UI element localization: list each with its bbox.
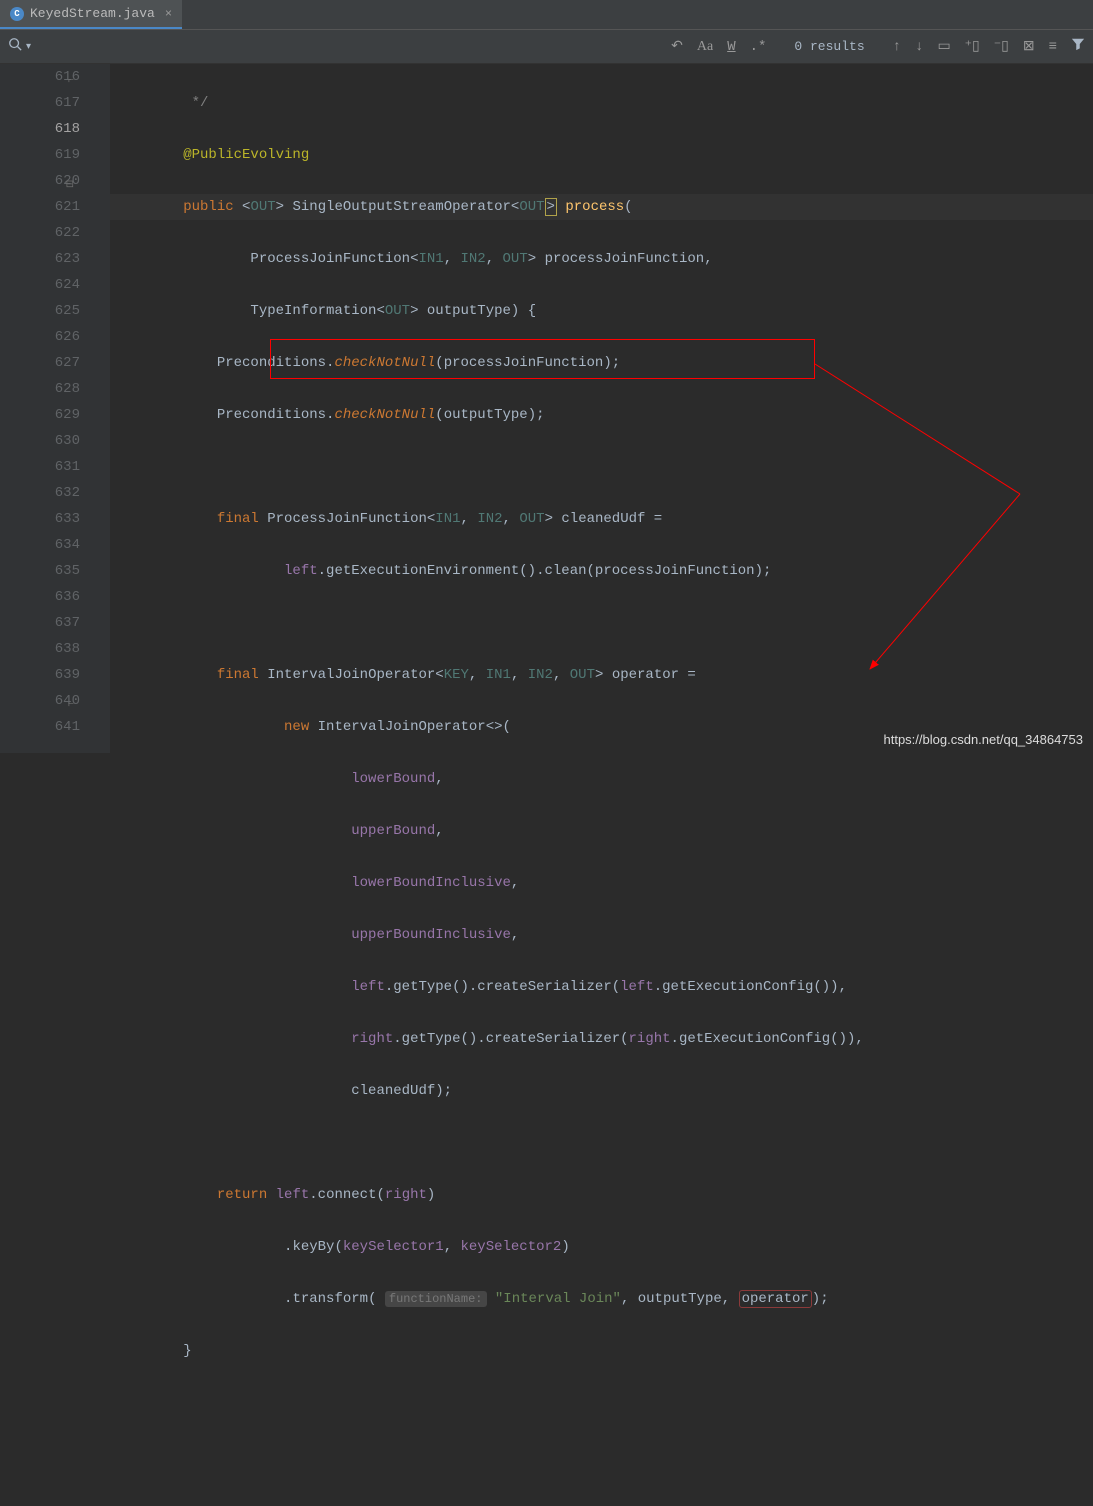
find-toolbar: ▾ ↶ Aa W .* 0 results ↑ ↓ ▭ ⁺▯ ⁻▯ ⊠ ≡	[0, 30, 1093, 64]
exclude-icon[interactable]: ⊠	[1023, 38, 1035, 55]
regex-button[interactable]: .*	[750, 39, 767, 55]
code-line: lowerBoundInclusive,	[110, 870, 1093, 896]
code-line: }	[110, 1338, 1093, 1364]
code-line: Preconditions.checkNotNull(outputType);	[110, 402, 1093, 428]
code-line: TypeInformation<OUT> outputType) {	[110, 298, 1093, 324]
code-line: upperBoundInclusive,	[110, 922, 1093, 948]
code-line: final ProcessJoinFunction<IN1, IN2, OUT>…	[110, 506, 1093, 532]
line-gutter: 616⌐ 617 618 619 620⊟ 621 622 623 624 62…	[0, 64, 110, 753]
code-line: upperBound,	[110, 818, 1093, 844]
watermark: https://blog.csdn.net/qq_34864753	[884, 732, 1084, 747]
fold-end-icon[interactable]: ⌐	[64, 693, 74, 703]
close-icon[interactable]: ×	[165, 7, 172, 21]
code-line: .transform( functionName: "Interval Join…	[110, 1286, 1093, 1312]
code-line: public <OUT> SingleOutputStreamOperator<…	[110, 194, 1093, 220]
code-line	[110, 454, 1093, 480]
prev-match-icon[interactable]: ↑	[893, 39, 901, 55]
words-button[interactable]: W	[727, 39, 735, 55]
add-selection-icon[interactable]: ⁺▯	[965, 38, 980, 55]
fold-end-icon[interactable]: ⌐	[64, 69, 74, 79]
code-line: Preconditions.checkNotNull(processJoinFu…	[110, 350, 1093, 376]
code-line	[110, 610, 1093, 636]
code-line: cleanedUdf);	[110, 1078, 1093, 1104]
filter-settings-icon[interactable]: ≡	[1049, 39, 1057, 55]
code-line: */	[110, 90, 1093, 116]
code-line: @PublicEvolving	[110, 142, 1093, 168]
java-class-icon: C	[10, 7, 24, 21]
remove-selection-icon[interactable]: ⁻▯	[994, 38, 1009, 55]
code-line	[110, 1390, 1093, 1416]
code-area[interactable]: */ @PublicEvolving public <OUT> SingleOu…	[110, 64, 1093, 753]
code-line: return left.connect(right)	[110, 1182, 1093, 1208]
filter-icon[interactable]	[1071, 37, 1085, 56]
results-count: 0 results	[794, 39, 864, 54]
code-editor[interactable]: 616⌐ 617 618 619 620⊟ 621 622 623 624 62…	[0, 64, 1093, 753]
code-line: left.getExecutionEnvironment().clean(pro…	[110, 558, 1093, 584]
undo-icon[interactable]: ↶	[671, 38, 683, 55]
file-tab[interactable]: C KeyedStream.java ×	[0, 0, 182, 29]
code-line: left.getType().createSerializer(left.get…	[110, 974, 1093, 1000]
fold-icon[interactable]: ⊟	[64, 173, 74, 183]
code-line: right.getType().createSerializer(right.g…	[110, 1026, 1093, 1052]
code-line: final IntervalJoinOperator<KEY, IN1, IN2…	[110, 662, 1093, 688]
code-line	[110, 1130, 1093, 1156]
find-options: ↶ Aa W .* 0 results ↑ ↓ ▭ ⁺▯ ⁻▯ ⊠ ≡	[671, 37, 1085, 56]
chevron-down-icon[interactable]: ▾	[26, 41, 31, 53]
highlighted-variable: operator	[739, 1290, 812, 1308]
tab-bar: C KeyedStream.java ×	[0, 0, 1093, 30]
next-match-icon[interactable]: ↓	[915, 39, 923, 55]
match-case-button[interactable]: Aa	[697, 39, 713, 55]
code-line: .keyBy(keySelector1, keySelector2)	[110, 1234, 1093, 1260]
tab-filename: KeyedStream.java	[30, 6, 155, 21]
search-icon[interactable]	[8, 37, 22, 56]
code-line: ProcessJoinFunction<IN1, IN2, OUT> proce…	[110, 246, 1093, 272]
code-line: lowerBound,	[110, 766, 1093, 792]
select-all-icon[interactable]: ▭	[937, 38, 950, 55]
